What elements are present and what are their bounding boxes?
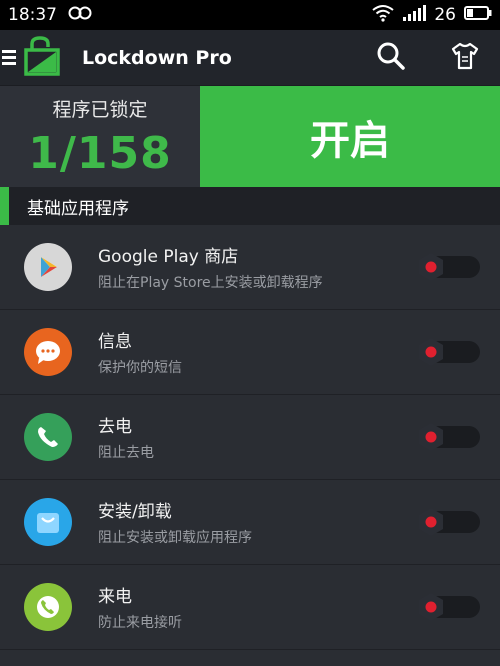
enable-button[interactable]: 开启 <box>200 86 500 187</box>
infinity-icon <box>67 5 93 25</box>
app-description: 防止来电接听 <box>98 615 182 631</box>
lock-toggle[interactable] <box>416 508 480 536</box>
menu-icon[interactable] <box>2 50 16 65</box>
lock-toggle[interactable] <box>416 423 480 451</box>
lock-toggle[interactable] <box>416 253 480 281</box>
list-item[interactable]: Google Play 商店 阻止在Play Store上安装或卸载程序 <box>0 225 500 310</box>
google-play-icon <box>24 243 72 291</box>
locked-count-panel: 程序已锁定 1/158 <box>0 86 200 187</box>
incoming-call-icon <box>24 583 72 631</box>
status-time: 18:37 <box>8 5 57 25</box>
app-name: 去电 <box>98 417 132 437</box>
signal-icon <box>402 4 427 27</box>
app-title: Lockdown Pro <box>82 46 232 69</box>
app-description: 阻止在Play Store上安装或卸载程序 <box>98 275 323 291</box>
list-item[interactable]: 去电 阻止去电 <box>0 395 500 480</box>
app-name: Google Play 商店 <box>98 247 239 267</box>
battery-level: 26 <box>434 5 456 25</box>
list-item[interactable]: 信息 保护你的短信 <box>0 310 500 395</box>
battery-icon <box>464 5 492 25</box>
app-name: 安装/卸载 <box>98 502 172 522</box>
section-header: 基础应用程序 <box>0 187 500 225</box>
locked-count: 1/158 <box>28 127 172 179</box>
locked-label: 程序已锁定 <box>52 98 148 121</box>
app-list: Google Play 商店 阻止在Play Store上安装或卸载程序 信息 … <box>0 225 500 650</box>
app-description: 阻止安装或卸载应用程序 <box>98 530 252 546</box>
app-description: 阻止去电 <box>98 445 154 461</box>
shirt-theme-icon[interactable] <box>450 41 480 75</box>
search-icon[interactable] <box>376 41 406 75</box>
app-bar: Lockdown Pro <box>0 30 500 86</box>
lock-toggle[interactable] <box>416 338 480 366</box>
lock-logo-icon <box>24 35 60 80</box>
list-item[interactable]: 来电 防止来电接听 <box>0 565 500 650</box>
lock-summary: 程序已锁定 1/158 开启 <box>0 86 500 187</box>
app-name: 信息 <box>98 332 132 352</box>
wifi-icon <box>372 4 394 27</box>
installer-bag-icon <box>24 498 72 546</box>
app-description: 保护你的短信 <box>98 360 182 376</box>
list-item[interactable]: 安装/卸载 阻止安装或卸载应用程序 <box>0 480 500 565</box>
messages-icon <box>24 328 72 376</box>
lock-toggle[interactable] <box>416 593 480 621</box>
app-name: 来电 <box>98 587 132 607</box>
status-bar: 18:37 26 <box>0 0 500 30</box>
phone-icon <box>24 413 72 461</box>
